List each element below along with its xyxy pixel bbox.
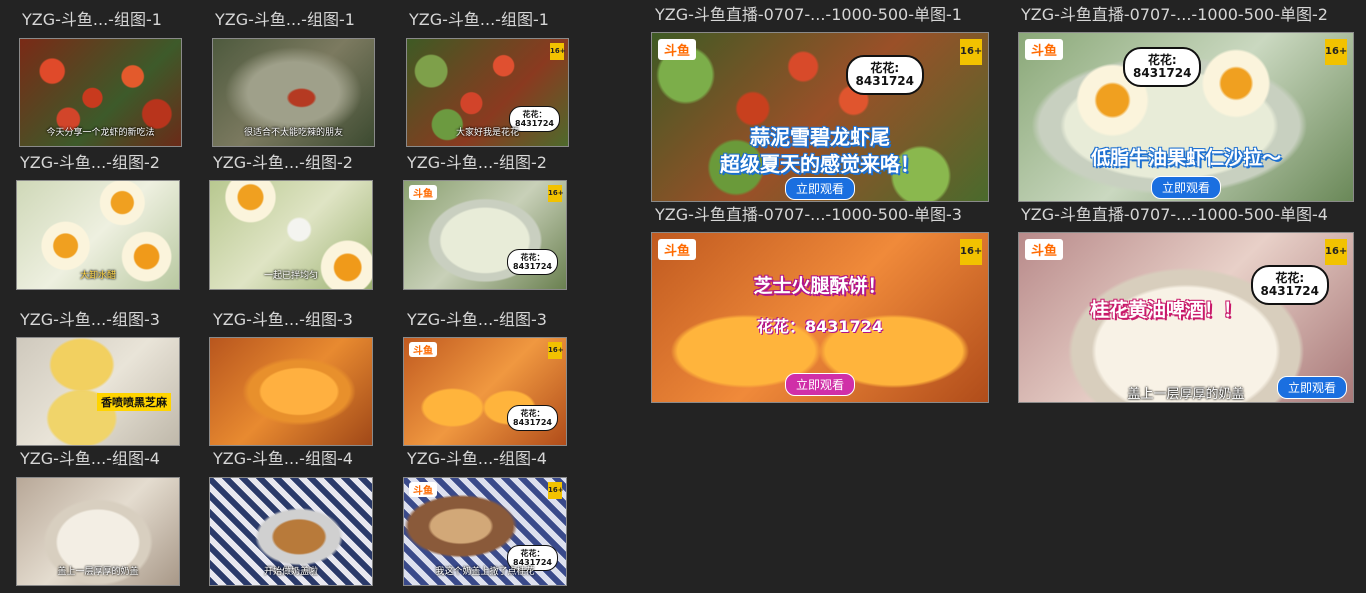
age-rating-badge: 16+ [550,43,566,60]
image-thumbnail[interactable]: 盖上一层厚厚的奶盖 [16,477,180,586]
file-name-label: YZG-斗鱼...-组图-3 [407,310,547,329]
file-name-label: YZG-斗鱼...-组图-3 [20,310,160,329]
file-name-label: YZG-斗鱼...-组图-4 [20,449,160,468]
video-subtitle: 大卸水醋 [79,271,116,281]
video-subtitle: 开始做奶盖啦 [263,567,318,577]
image-thumbnail[interactable]: 16+ 花花： 8431724 大家好我是花花 [406,38,569,147]
creator-code: 花花：8431724 [757,317,883,336]
age-rating-badge: 16+ [960,39,982,65]
image-thumbnail[interactable]: 斗鱼 16+ 花花： 8431724 [403,337,567,446]
file-name-label: YZG-斗鱼直播-0707-...-1000-500-单图-4 [1021,205,1328,224]
sponsor-tag: 香喷喷黑芝麻 [97,393,171,411]
douyu-logo: 斗鱼 [1025,239,1064,260]
age-rating-badge: 16+ [960,239,982,265]
file-name-label: YZG-斗鱼...-组图-1 [409,10,549,29]
age-rating-badge: 16+ [548,185,564,202]
video-subtitle: 我这个奶盖上撒了点桂花 [435,567,535,577]
douyu-logo: 斗鱼 [409,185,437,200]
age-rating-badge: 16+ [548,482,564,499]
image-thumbnail[interactable]: 香喷喷黑芝麻 [16,337,180,446]
banner-headline: 低脂牛油果虾仁沙拉～ [1090,147,1281,169]
banner-image-3[interactable]: 斗鱼 16+ 芝士火腿酥饼！ 花花：8431724 立即观看 [651,232,989,403]
douyu-logo: 斗鱼 [409,482,437,497]
watch-now-button[interactable]: 立即观看 [784,177,856,200]
age-rating-badge: 16+ [1325,39,1347,65]
video-subtitle: 盖上一层厚厚的奶盖 [57,567,139,577]
image-thumbnail[interactable]: 斗鱼 16+ 花花： 8431724 我这个奶盖上撒了点桂花 [403,477,567,586]
file-name-label: YZG-斗鱼直播-0707-...-1000-500-单图-1 [655,5,962,24]
speech-bubble: 花花： 8431724 [507,249,558,275]
video-subtitle: 今天分享一个龙虾的新吃法 [46,128,155,138]
video-subtitle: 大家好我是花花 [455,128,519,138]
banner-headline: 蒜泥雪碧龙虾尾 [750,125,890,149]
image-thumbnail[interactable]: 斗鱼 16+ 花花： 8431724 [403,180,567,290]
image-thumbnail[interactable] [209,337,373,446]
banner-headline: 芝士火腿酥饼！ [753,275,887,297]
image-thumbnail[interactable]: 开始做奶盖啦 [209,477,373,586]
file-browser-thumbnail-view: YZG-斗鱼...-组图-1 YZG-斗鱼...-组图-1 YZG-斗鱼...-… [0,0,1366,593]
image-thumbnail[interactable]: 很适合不太能吃辣的朋友 [212,38,375,147]
speech-bubble: 花花: 8431724 [1123,47,1202,87]
watch-now-button[interactable]: 立即观看 [1150,176,1222,199]
watch-now-button[interactable]: 立即观看 [1276,376,1347,399]
file-name-label: YZG-斗鱼...-组图-4 [213,449,353,468]
file-name-label: YZG-斗鱼...-组图-2 [213,153,353,172]
image-thumbnail[interactable]: 大卸水醋 [16,180,180,290]
age-rating-badge: 16+ [1325,239,1347,265]
banner-headline: 超级夏天的感觉来咯！ [720,152,920,176]
video-subtitle: 很适合不太能吃辣的朋友 [243,128,343,138]
file-name-label: YZG-斗鱼直播-0707-...-1000-500-单图-2 [1021,5,1328,24]
douyu-logo: 斗鱼 [1025,39,1064,60]
speech-bubble: 花花: 8431724 [845,55,924,95]
banner-headline: 桂花黄油啤酒！！ [1089,299,1242,321]
file-name-label: YZG-斗鱼...-组图-1 [22,10,162,29]
age-rating-badge: 16+ [548,342,564,359]
banner-image-2[interactable]: 斗鱼 16+ 花花: 8431724 低脂牛油果虾仁沙拉～ 立即观看 [1018,32,1354,202]
banner-image-4[interactable]: 斗鱼 16+ 花花: 8431724 桂花黄油啤酒！！ 盖上一层厚厚的奶盖 立即… [1018,232,1354,403]
banner-image-1[interactable]: 斗鱼 16+ 花花: 8431724 蒜泥雪碧龙虾尾 超级夏天的感觉来咯！ 立即… [651,32,989,202]
file-name-label: YZG-斗鱼...-组图-3 [213,310,353,329]
image-thumbnail[interactable]: 一起已拌均匀 [209,180,373,290]
file-name-label: YZG-斗鱼...-组图-2 [20,153,160,172]
image-thumbnail[interactable]: 今天分享一个龙虾的新吃法 [19,38,182,147]
file-name-label: YZG-斗鱼...-组图-4 [407,449,547,468]
watch-now-button[interactable]: 立即观看 [784,373,856,396]
douyu-logo: 斗鱼 [658,39,697,60]
file-name-label: YZG-斗鱼直播-0707-...-1000-500-单图-3 [655,205,962,224]
speech-bubble: 花花： 8431724 [507,405,558,431]
douyu-logo: 斗鱼 [658,239,697,260]
video-subtitle: 一起已拌均匀 [263,271,318,281]
file-name-label: YZG-斗鱼...-组图-1 [215,10,355,29]
douyu-logo: 斗鱼 [409,342,437,357]
file-name-label: YZG-斗鱼...-组图-2 [407,153,547,172]
